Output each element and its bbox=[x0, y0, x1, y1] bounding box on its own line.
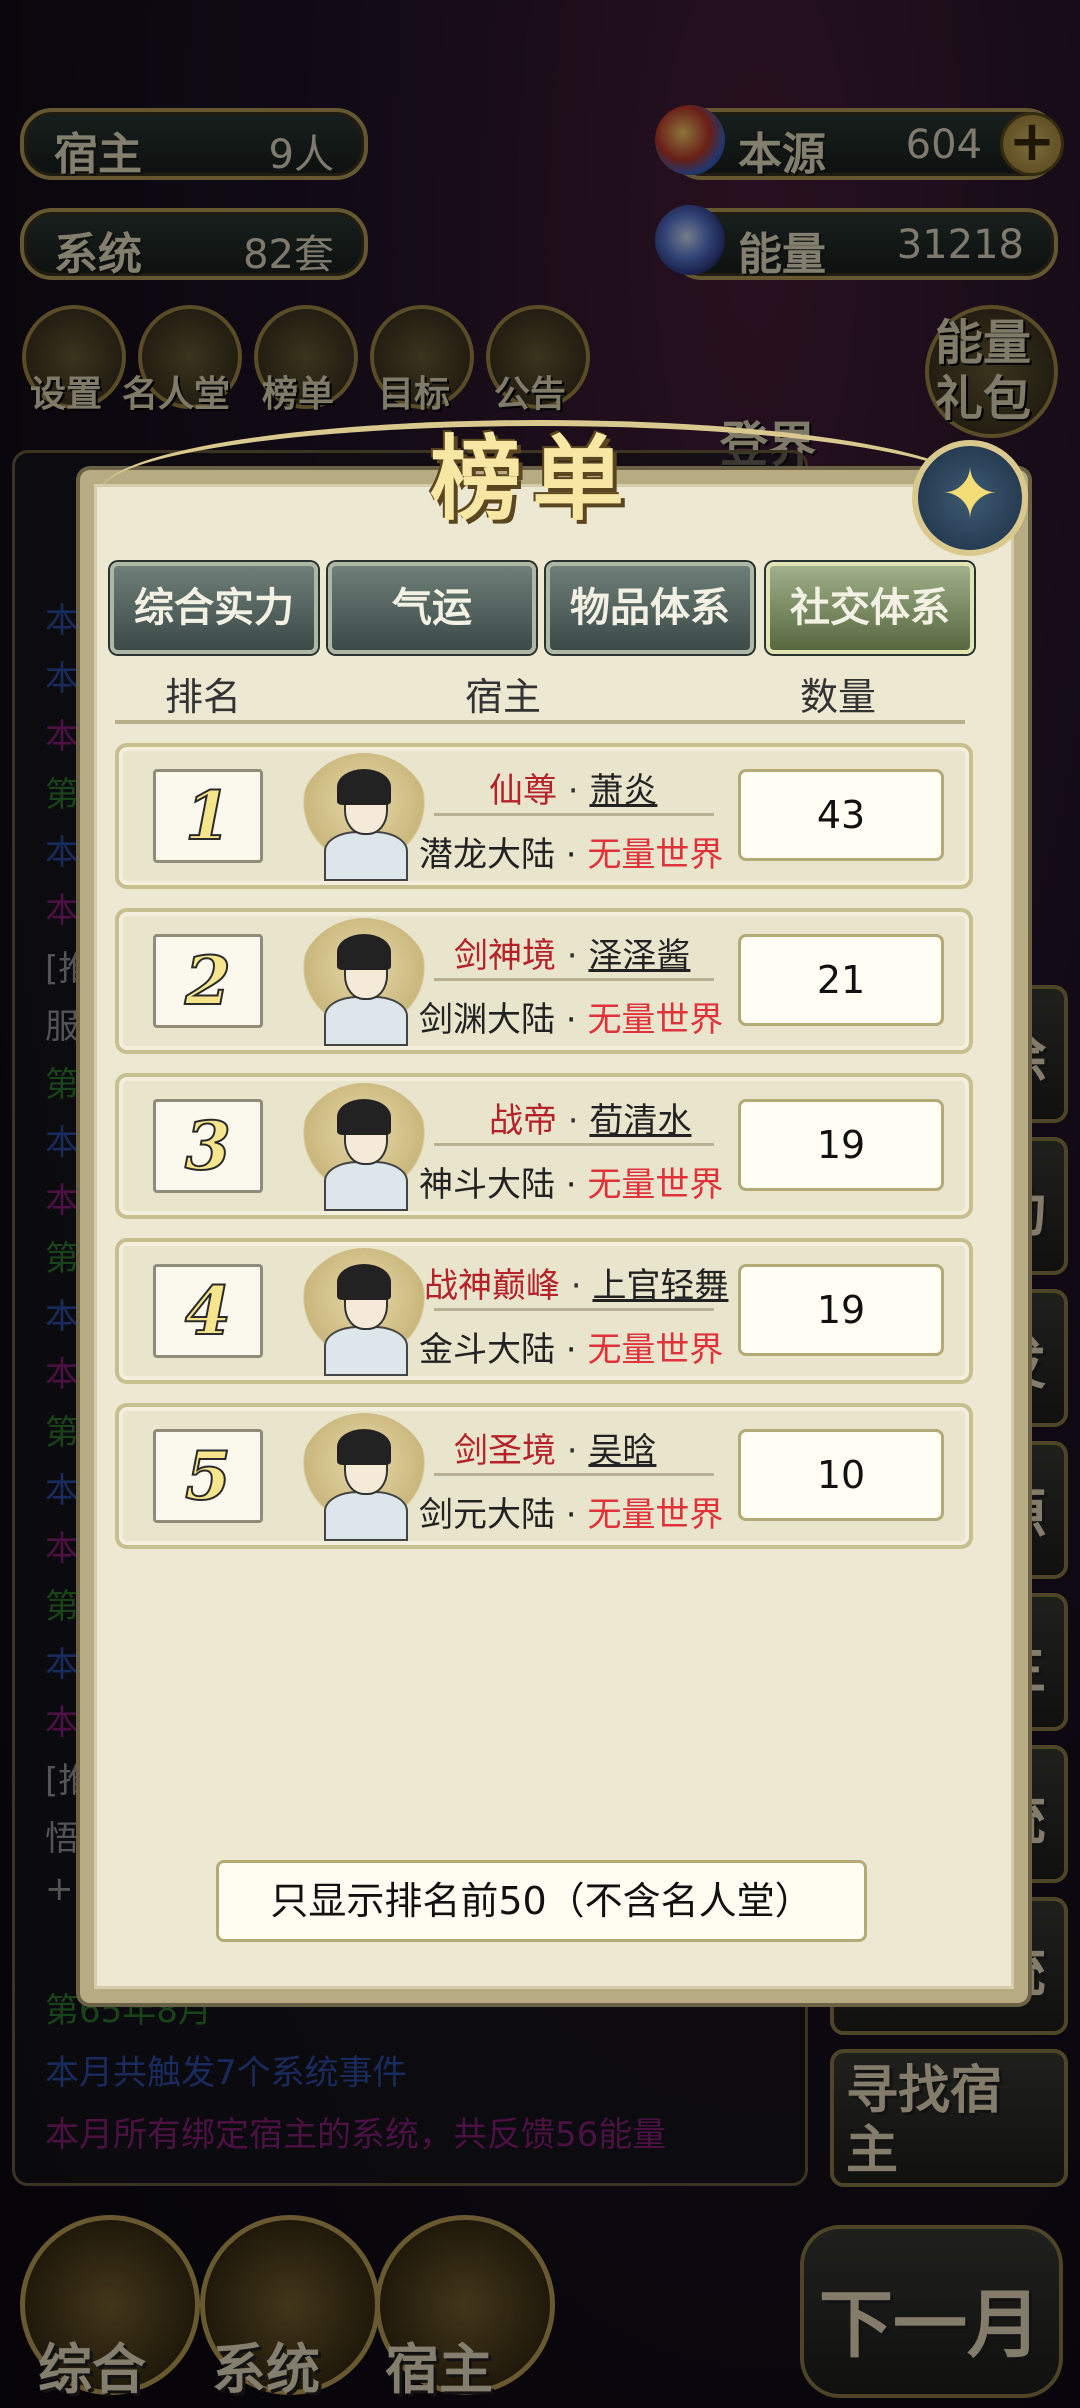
name-divider bbox=[434, 1473, 714, 1476]
name-separator: · bbox=[556, 936, 589, 976]
rank-number: 1 bbox=[153, 769, 263, 863]
name-separator: · bbox=[557, 771, 590, 811]
social-count: 43 bbox=[738, 769, 944, 861]
host-name-link[interactable]: 萧炎 bbox=[589, 771, 657, 811]
avatar-robe bbox=[324, 1326, 408, 1376]
host-continent: 潜龙大陆 bbox=[419, 835, 555, 875]
host-name-line: 仙尊 · 萧炎 bbox=[489, 763, 657, 812]
host-name-link[interactable]: 泽泽酱 bbox=[588, 936, 690, 976]
rank-number: 2 bbox=[153, 934, 263, 1028]
ranking-row[interactable]: 1 仙尊 · 萧炎 潜龙大陆 · 无量世界 43 bbox=[115, 743, 973, 889]
host-avatar bbox=[299, 918, 429, 1046]
host-location-line: 剑元大陆 · 无量世界 bbox=[419, 1487, 723, 1536]
rank-number: 4 bbox=[153, 1264, 263, 1358]
social-count: 19 bbox=[738, 1264, 944, 1356]
host-location-line: 神斗大陆 · 无量世界 bbox=[419, 1157, 723, 1206]
avatar-robe bbox=[324, 831, 408, 881]
column-host-header: 宿主 bbox=[465, 675, 542, 719]
host-world: 无量世界 bbox=[587, 1495, 724, 1535]
host-world: 无量世界 bbox=[587, 835, 724, 875]
host-title: 战帝 bbox=[489, 1101, 557, 1141]
host-continent: 金斗大陆 bbox=[419, 1330, 555, 1370]
location-separator: · bbox=[555, 1000, 588, 1040]
location-separator: · bbox=[555, 1165, 588, 1205]
host-continent: 剑元大陆 bbox=[419, 1495, 555, 1535]
social-count: 19 bbox=[738, 1099, 944, 1191]
name-divider bbox=[434, 1143, 714, 1146]
ranking-row[interactable]: 3 战帝 · 荀清水 神斗大陆 · 无量世界 19 bbox=[115, 1073, 973, 1219]
name-separator: · bbox=[556, 1431, 589, 1471]
host-continent: 神斗大陆 bbox=[419, 1165, 555, 1205]
host-title: 仙尊 bbox=[489, 771, 557, 811]
name-divider bbox=[434, 813, 714, 816]
host-name-line: 剑圣境 · 吴晗 bbox=[454, 1423, 656, 1472]
top50-notice: 只显示排名前50（不含名人堂） bbox=[216, 1860, 867, 1942]
rank-number: 5 bbox=[153, 1429, 263, 1523]
ranking-row[interactable]: 4 战神巅峰 · 上官轻舞 金斗大陆 · 无量世界 19 bbox=[115, 1238, 973, 1384]
host-continent: 剑渊大陆 bbox=[419, 1000, 555, 1040]
tab-overall-strength[interactable]: 综合实力 bbox=[110, 562, 318, 654]
host-avatar bbox=[299, 1413, 429, 1541]
column-count-header: 数量 bbox=[800, 675, 877, 719]
host-title: 剑圣境 bbox=[454, 1431, 556, 1471]
avatar-robe bbox=[324, 1161, 408, 1211]
close-button[interactable]: ✦ bbox=[912, 440, 1028, 556]
close-star-icon: ✦ bbox=[940, 453, 1000, 535]
header-divider bbox=[115, 720, 965, 724]
location-separator: · bbox=[555, 835, 588, 875]
name-separator: · bbox=[560, 1266, 593, 1306]
host-name-line: 剑神境 · 泽泽酱 bbox=[454, 928, 690, 977]
name-divider bbox=[434, 1308, 714, 1311]
tab-fortune[interactable]: 气运 bbox=[328, 562, 536, 654]
ranking-row[interactable]: 2 剑神境 · 泽泽酱 剑渊大陆 · 无量世界 21 bbox=[115, 908, 973, 1054]
name-separator: · bbox=[557, 1101, 590, 1141]
host-name-line: 战帝 · 荀清水 bbox=[489, 1093, 691, 1142]
host-avatar bbox=[299, 1248, 429, 1376]
host-world: 无量世界 bbox=[587, 1330, 724, 1370]
host-location-line: 剑渊大陆 · 无量世界 bbox=[419, 992, 723, 1041]
tab-item-system[interactable]: 物品体系 bbox=[546, 562, 754, 654]
host-location-line: 潜龙大陆 · 无量世界 bbox=[419, 827, 723, 876]
avatar-hair bbox=[337, 1099, 391, 1135]
avatar-robe bbox=[324, 1491, 408, 1541]
host-name-line: 战神巅峰 · 上官轻舞 bbox=[424, 1258, 728, 1307]
avatar-robe bbox=[324, 996, 408, 1046]
host-title: 战神巅峰 bbox=[424, 1266, 560, 1306]
host-world: 无量世界 bbox=[587, 1000, 724, 1040]
social-count: 21 bbox=[738, 934, 944, 1026]
host-name-link[interactable]: 上官轻舞 bbox=[592, 1266, 728, 1306]
host-world: 无量世界 bbox=[587, 1165, 724, 1205]
host-avatar bbox=[299, 1083, 429, 1211]
social-count: 10 bbox=[738, 1429, 944, 1521]
modal-title: 榜单 bbox=[430, 425, 635, 533]
host-avatar bbox=[299, 753, 429, 881]
avatar-hair bbox=[337, 934, 391, 970]
location-separator: · bbox=[555, 1330, 588, 1370]
avatar-hair bbox=[337, 1264, 391, 1300]
tab-social-system[interactable]: 社交体系 bbox=[766, 562, 974, 654]
column-rank-header: 排名 bbox=[165, 675, 242, 719]
host-name-link[interactable]: 荀清水 bbox=[589, 1101, 691, 1141]
host-name-link[interactable]: 吴晗 bbox=[588, 1431, 656, 1471]
avatar-hair bbox=[337, 1429, 391, 1465]
rank-number: 3 bbox=[153, 1099, 263, 1193]
host-title: 剑神境 bbox=[454, 936, 556, 976]
name-divider bbox=[434, 978, 714, 981]
avatar-hair bbox=[337, 769, 391, 805]
ranking-row[interactable]: 5 剑圣境 · 吴晗 剑元大陆 · 无量世界 10 bbox=[115, 1403, 973, 1549]
host-location-line: 金斗大陆 · 无量世界 bbox=[419, 1322, 723, 1371]
location-separator: · bbox=[555, 1495, 588, 1535]
